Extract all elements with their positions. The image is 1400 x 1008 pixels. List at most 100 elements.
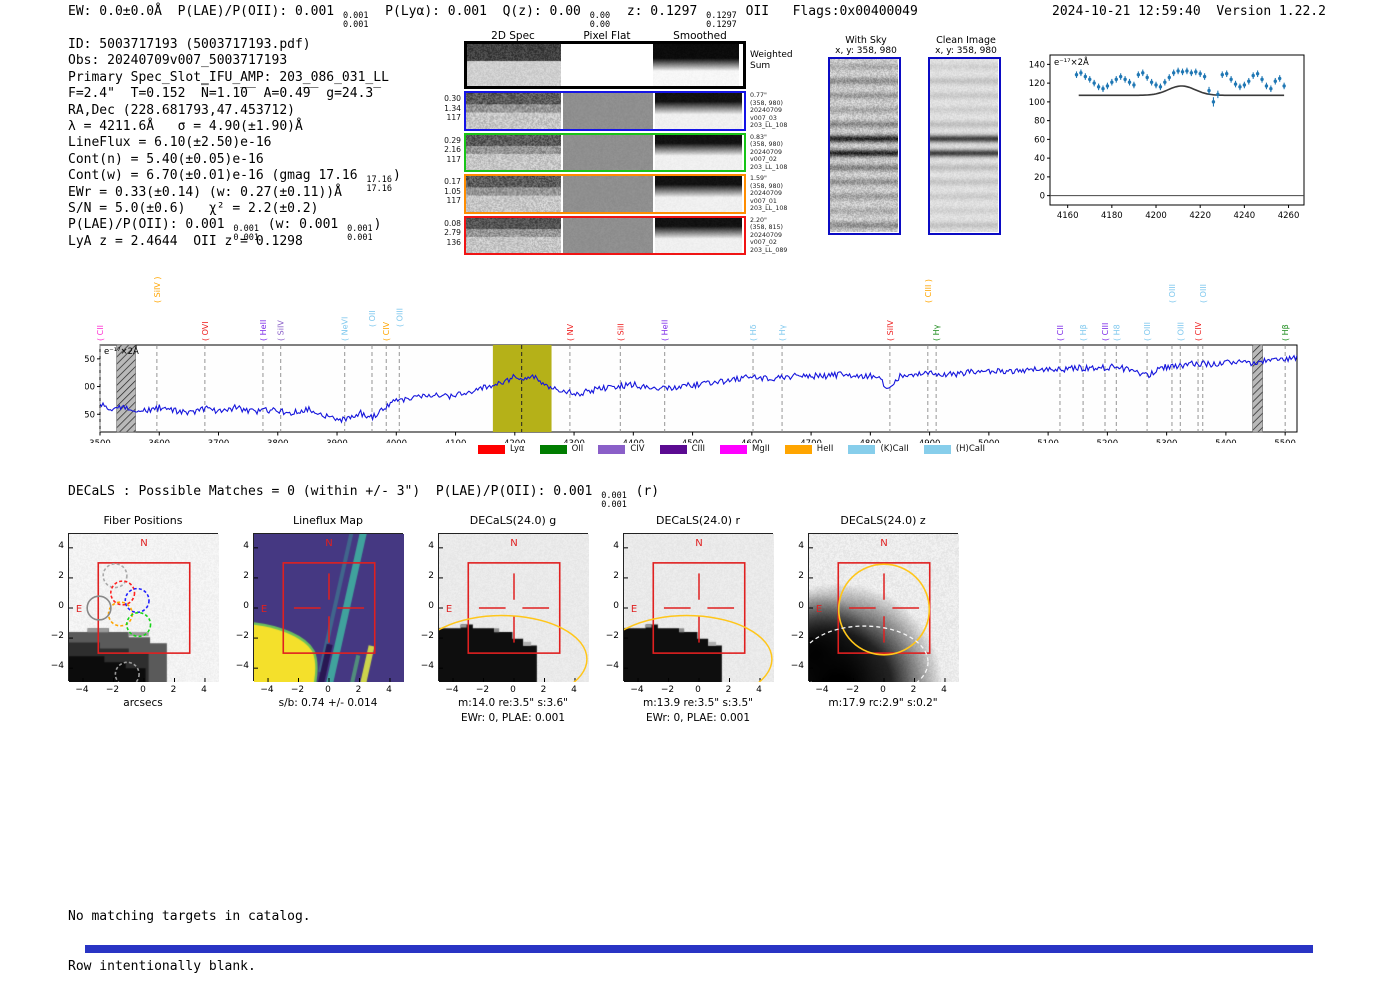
weighted-sum-label: Weighted Sum — [750, 50, 793, 71]
cutout-caption: m:17.9 rc:2.9" s:0.2" — [828, 697, 938, 709]
stacked-fraction: 0.001 0.001 — [342, 11, 369, 30]
svg-text:5100: 5100 — [1037, 439, 1059, 443]
y-tick-label: 2 — [428, 570, 434, 581]
spectral-line-marker-label: ( OIII — [1176, 322, 1185, 341]
cutout-panel-decals: DECaLS(24.0) g N E −4 −2 0 2 4 −4 −2 0 2 4 m:14.0 re:… — [421, 514, 589, 724]
info-line: ID: 5003717193 (5003717193.pdf) — [68, 37, 311, 52]
catalog-footer-note: No matching targets in catalog. Row inte… — [68, 876, 311, 1008]
svg-text:4240: 4240 — [1234, 211, 1256, 221]
y-tick-label: 0 — [243, 601, 249, 611]
cutout-image-frame: NE — [623, 533, 774, 682]
x-tick-label: 0 — [140, 685, 146, 695]
spectral-line-marker-label: ( Hβ — [1079, 324, 1088, 341]
spec2d-fiber-row-1-img-2 — [654, 134, 742, 170]
cutout-caption: m:14.0 re:3.5" s:3.6" — [458, 697, 568, 709]
cutout-title: DECaLS(24.0) z — [840, 514, 926, 527]
spec2d-fiber-row-1-img-0 — [466, 134, 562, 170]
legend-swatch — [478, 444, 505, 454]
spectral-line-marker-label: ( OIII — [1199, 284, 1208, 303]
stacked-fraction: 17.16 17.16 — [366, 175, 393, 194]
compass-north-label: N — [140, 538, 147, 549]
compass-north-label: N — [880, 538, 887, 549]
svg-text:80: 80 — [1034, 117, 1045, 127]
compass-east-label: E — [816, 604, 822, 615]
svg-text:3600: 3600 — [148, 439, 170, 443]
x-tick-label: 4 — [941, 685, 947, 695]
x-tick-label: −4 — [445, 685, 459, 695]
fiber-row-right-labels: 0.77" (358, 980) 20240709 v007_03 203_LL_108 — [750, 92, 788, 130]
cutout-image-frame: NE — [68, 533, 219, 682]
fiber-row-left-labels: 0.08 2.79 136 — [444, 218, 461, 247]
stacked-fraction: 0.001 0.001 — [347, 224, 373, 244]
spectral-line-marker-label: ( OVI — [201, 321, 210, 341]
info-line: F=2.4" T=0.152 N̅=1.1̅0̅ A=0.4̅9̅ g=24.3… — [68, 86, 374, 102]
x-tick-label: 2 — [725, 685, 732, 695]
svg-text:e⁻¹⁷×2Å: e⁻¹⁷×2Å — [104, 345, 139, 357]
info-line: Cont(w) = 6.70(±0.01)e-16 (gmag 17.16 17… — [68, 168, 401, 194]
svg-text:3500: 3500 — [89, 439, 111, 443]
spec2d-fiber-row-2-img-2 — [654, 176, 742, 212]
svg-text:3700: 3700 — [208, 439, 230, 443]
x-tick-label: −2 — [475, 685, 490, 695]
cutout-caption: s/b: 0.74 +/- 0.014 — [278, 697, 378, 709]
svg-text:150: 150 — [85, 355, 95, 365]
x-tick-label: −4 — [75, 685, 89, 695]
stacked-fraction: 0.001 0.001 — [601, 491, 627, 510]
spectral-line-marker-label: ( Hβ — [1281, 324, 1290, 341]
legend-item: CIV — [598, 444, 645, 454]
info-line: λ = 4211.6Å σ = 4.90(±1.90)Å — [68, 118, 303, 134]
x-tick-label: −2 — [660, 685, 675, 695]
y-tick-label: −4 — [605, 661, 619, 672]
x-tick-label: −2 — [105, 685, 120, 695]
spectral-line-marker-label: ( CIII — [1101, 323, 1110, 341]
stacked-fraction: 0.1297 0.1297 — [706, 11, 737, 30]
y-tick-label: 0 — [428, 601, 434, 611]
spec2d-fiber-row-3-img-0 — [466, 217, 562, 253]
legend-swatch — [659, 444, 687, 454]
x-tick-label: 2 — [355, 685, 362, 695]
compass-north-label: N — [325, 538, 332, 549]
y-tick-label: 4 — [58, 540, 64, 551]
header-datetime: 2024-10-21 12:59:40 Version 1.22.2 — [1052, 4, 1326, 19]
legend-swatch — [848, 444, 876, 454]
svg-text:4260: 4260 — [1278, 211, 1300, 221]
compass-east-label: E — [261, 604, 267, 615]
y-tick-label: 2 — [58, 570, 64, 581]
cutout-image-frame: NE — [808, 533, 959, 682]
cutout-panel-decals-z: DECaLS(24.0) z N E −4 −2 0 2 4 −4 −2 0 2 4 m:17.9 rc:… — [791, 514, 959, 709]
with-sky-title: With Sky — [845, 35, 887, 46]
svg-text:4900: 4900 — [919, 439, 941, 443]
x-tick-label: 0 — [325, 685, 331, 695]
spectral-line-marker-label: ( CII — [1056, 325, 1065, 341]
spec2d-weighted-row — [464, 41, 746, 89]
svg-text:3800: 3800 — [267, 439, 289, 443]
cutout-caption: EWr: 0, PLAE: 0.001 — [645, 712, 751, 724]
legend-swatch — [720, 444, 748, 454]
fiber-row-left-labels: 0.17 1.05 117 — [444, 177, 461, 206]
header-summary: EW: 0.0±0.0Å P(LAE)/P(OII): 0.001 0.001 0… — [68, 4, 918, 30]
clean-image-panel: Clean Image x, y: 358, 980 — [928, 35, 1004, 235]
x-tick-label: 0 — [880, 685, 886, 695]
cutout-image-frame: NE — [253, 533, 404, 682]
compass-north-label: N — [510, 538, 517, 549]
x-tick-label: 4 — [571, 685, 577, 695]
cutout-caption: EWr: 0, PLAE: 0.001 — [460, 712, 566, 724]
legend-label: CIV — [630, 444, 645, 454]
y-tick-label: 2 — [243, 570, 249, 581]
with-sky-panel: With Sky x, y: 358, 980 — [828, 35, 904, 235]
svg-text:4800: 4800 — [860, 439, 882, 443]
y-tick-label: 0 — [798, 601, 804, 611]
with-sky-coords: x, y: 358, 980 — [835, 46, 897, 56]
fiber-row-left-labels: 0.29 2.16 117 — [444, 135, 461, 164]
spec2d-fiber-row-0-img-0 — [466, 93, 562, 129]
y-tick-label: −2 — [50, 631, 64, 642]
compass-east-label: E — [76, 604, 82, 615]
info-line: Obs: 20240709v007_5003717193 — [68, 53, 288, 69]
svg-text:60: 60 — [1034, 135, 1045, 145]
y-tick-label: −4 — [235, 661, 249, 672]
info-line: P(LAE)/P(OII): 0.001 0.001 0.001 (w: 0.00… — [68, 217, 382, 244]
y-tick-label: 4 — [243, 540, 249, 551]
x-tick-label: 4 — [201, 685, 207, 695]
clean-image-title: Clean Image — [936, 35, 996, 46]
svg-text:100: 100 — [85, 383, 95, 393]
